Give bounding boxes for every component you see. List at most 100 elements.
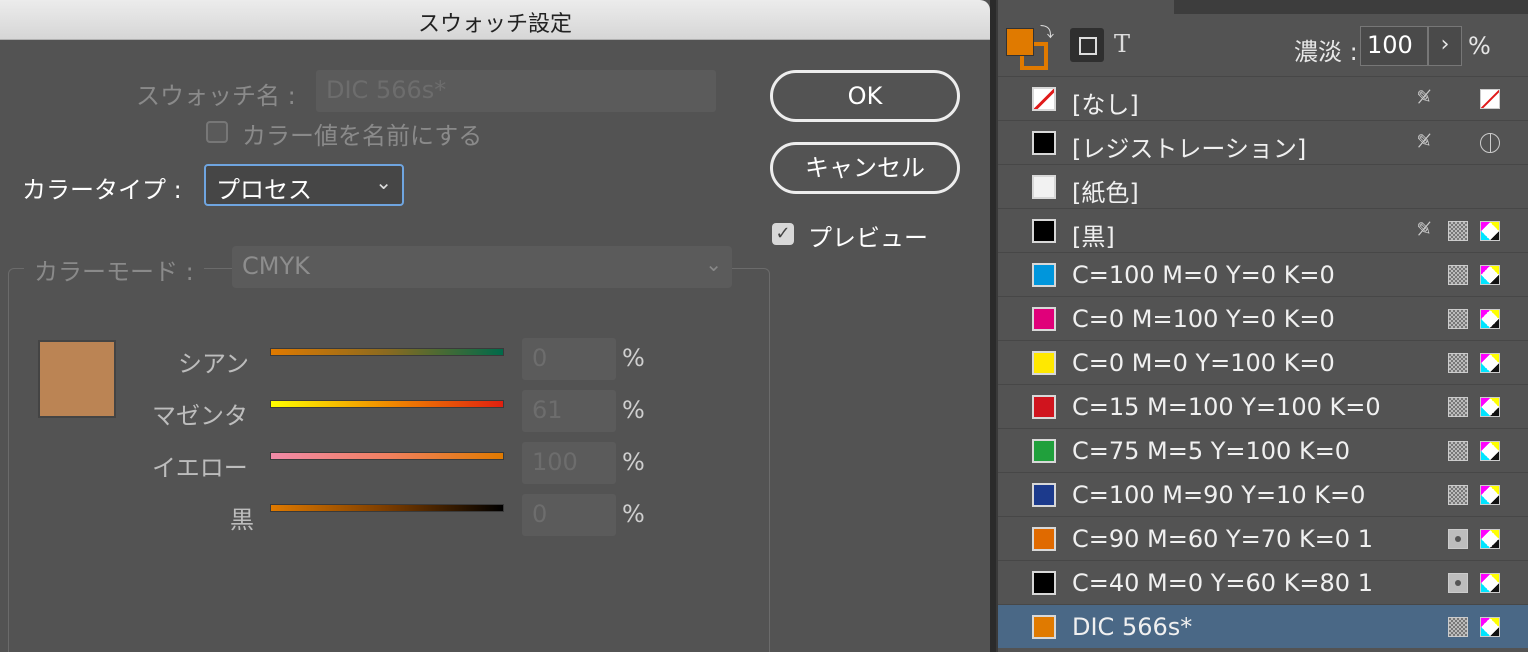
swatch-name: C=0 M=0 Y=100 K=0: [1072, 349, 1335, 377]
swatch-row-dic-566s[interactable]: DIC 566s*: [998, 604, 1528, 648]
swatch-row-magenta[interactable]: C=0 M=100 Y=0 K=0: [998, 296, 1528, 340]
yellow-percent: %: [622, 448, 645, 476]
name-with-value-label: カラー値を名前にする: [242, 122, 483, 150]
cyan-label: シアン: [178, 350, 250, 378]
swatch-name-input[interactable]: DIC 566s*: [316, 70, 716, 112]
dialog-titlebar[interactable]: スウォッチ設定: [0, 0, 990, 40]
yellow-slider[interactable]: [270, 452, 504, 460]
tint-slider-arrow-icon[interactable]: ›: [1428, 26, 1462, 66]
swap-arrow-icon[interactable]: ⤵: [1040, 22, 1054, 42]
process-color-icon: [1448, 485, 1468, 505]
cmyk-mode-icon: [1480, 221, 1500, 241]
magenta-percent: %: [622, 396, 645, 424]
fill-stroke-widget[interactable]: ⤵: [1006, 25, 1054, 72]
formatting-text-icon[interactable]: T: [1114, 30, 1130, 58]
cmyk-mode-icon: [1480, 617, 1500, 637]
spot-color-icon: [1448, 573, 1468, 593]
yellow-value-input[interactable]: 100: [522, 442, 616, 484]
cmyk-mode-icon: [1480, 573, 1500, 593]
black-value-input[interactable]: 0: [522, 494, 616, 536]
swatch-name: C=15 M=100 Y=100 K=0: [1072, 393, 1381, 421]
cancel-button[interactable]: キャンセル: [770, 142, 960, 194]
swatch-list: [なし] ✎̸ [レジストレーション] ✎̸ [紙色] [黒] ✎̸ C=100…: [998, 76, 1528, 648]
swatch-name: [紙色]: [1072, 179, 1139, 207]
spot-color-icon: [1448, 529, 1468, 549]
cmyk-mode-icon: [1480, 485, 1500, 505]
swatch-name-label: スウォッチ名 :: [136, 82, 296, 110]
registration-icon: [1480, 133, 1500, 153]
color-mode-select[interactable]: CMYK ⌄: [232, 246, 732, 288]
name-with-value-checkbox[interactable]: [206, 121, 228, 143]
swatch-row-spot-black[interactable]: C=40 M=0 Y=60 K=80 1: [998, 560, 1528, 604]
tint-input[interactable]: 100: [1360, 26, 1428, 66]
black-label: 黒: [230, 506, 254, 534]
cmyk-mode-icon: [1480, 353, 1500, 373]
none-icon: [1480, 89, 1500, 109]
swatch-row-yellow[interactable]: C=0 M=0 Y=100 K=0: [998, 340, 1528, 384]
process-color-icon: [1448, 265, 1468, 285]
cmyk-mode-icon: [1480, 441, 1500, 461]
cmyk-mode-icon: [1480, 309, 1500, 329]
process-color-icon: [1448, 353, 1468, 373]
swatch-row-none[interactable]: [なし] ✎̸: [998, 76, 1528, 120]
cyan-value-input[interactable]: 0: [522, 338, 616, 380]
dialog-title: スウォッチ設定: [417, 12, 572, 37]
swatch-name: C=0 M=100 Y=0 K=0: [1072, 305, 1335, 333]
swatch-name: C=90 M=60 Y=70 K=0 1: [1072, 525, 1373, 553]
black-slider[interactable]: [270, 504, 504, 512]
swatch-chip: [1032, 175, 1056, 199]
swatch-row-black[interactable]: [黒] ✎̸: [998, 208, 1528, 252]
process-color-icon: [1448, 441, 1468, 461]
swatch-chip: [1032, 395, 1056, 419]
process-color-icon: [1448, 221, 1468, 241]
ok-button[interactable]: OK: [770, 70, 960, 122]
color-mode-value: CMYK: [242, 252, 310, 280]
swatch-name: C=100 M=0 Y=0 K=0: [1072, 261, 1335, 289]
no-edit-icon: ✎̸: [1416, 131, 1432, 152]
formatting-container-icon[interactable]: [1070, 28, 1104, 62]
swatch-chip: [1032, 351, 1056, 375]
color-type-value: プロセス: [216, 176, 312, 204]
tint-label: 濃淡 :: [1294, 38, 1358, 66]
color-mode-group: [8, 268, 770, 652]
swatch-row-paper[interactable]: [紙色]: [998, 164, 1528, 208]
swatch-chip: [1032, 439, 1056, 463]
chevron-down-icon: ⌄: [375, 170, 392, 194]
cyan-slider[interactable]: [270, 348, 504, 356]
magenta-slider[interactable]: [270, 400, 504, 408]
swatch-row-registration[interactable]: [レジストレーション] ✎̸: [998, 120, 1528, 164]
magenta-label: マゼンタ: [152, 402, 248, 430]
black-percent: %: [622, 500, 645, 528]
swatch-name: DIC 566s*: [1072, 613, 1193, 641]
panel-tab-strip: [1174, 0, 1528, 14]
color-preview-swatch: [38, 340, 116, 418]
cmyk-mode-icon: [1480, 397, 1500, 417]
swatch-name: C=75 M=5 Y=100 K=0: [1072, 437, 1351, 465]
swatch-chip: [1032, 307, 1056, 331]
swatch-row-blue[interactable]: C=100 M=90 Y=10 K=0: [998, 472, 1528, 516]
magenta-value-input[interactable]: 61: [522, 390, 616, 432]
color-type-label: カラータイプ :: [22, 176, 182, 204]
no-edit-icon: ✎̸: [1416, 87, 1432, 108]
swatch-name: C=100 M=90 Y=10 K=0: [1072, 481, 1366, 509]
color-type-select[interactable]: プロセス ⌄: [204, 164, 404, 206]
process-color-icon: [1448, 397, 1468, 417]
swatch-chip: [1032, 483, 1056, 507]
process-color-icon: [1448, 309, 1468, 329]
swatch-name: C=40 M=0 Y=60 K=80 1: [1072, 569, 1373, 597]
swatch-chip: [1032, 219, 1056, 243]
swatch-name: [レジストレーション]: [1072, 135, 1307, 163]
cyan-percent: %: [622, 344, 645, 372]
swatch-chip: [1032, 571, 1056, 595]
swatch-name: [なし]: [1072, 91, 1139, 119]
preview-checkbox[interactable]: ✓: [772, 223, 794, 245]
fill-swatch[interactable]: [1006, 28, 1034, 56]
preview-label: プレビュー: [808, 224, 928, 252]
swatch-row-green[interactable]: C=75 M=5 Y=100 K=0: [998, 428, 1528, 472]
swatch-row-spot-orange[interactable]: C=90 M=60 Y=70 K=0 1: [998, 516, 1528, 560]
swatch-row-cyan[interactable]: C=100 M=0 Y=0 K=0: [998, 252, 1528, 296]
swatches-panel: ⤵ T 濃淡 : 100 › % [なし] ✎̸ [レジストレーション] ✎̸ …: [996, 0, 1528, 652]
swatch-name: [黒]: [1072, 223, 1115, 251]
swatch-row-red[interactable]: C=15 M=100 Y=100 K=0: [998, 384, 1528, 428]
swatch-chip: [1032, 131, 1056, 155]
